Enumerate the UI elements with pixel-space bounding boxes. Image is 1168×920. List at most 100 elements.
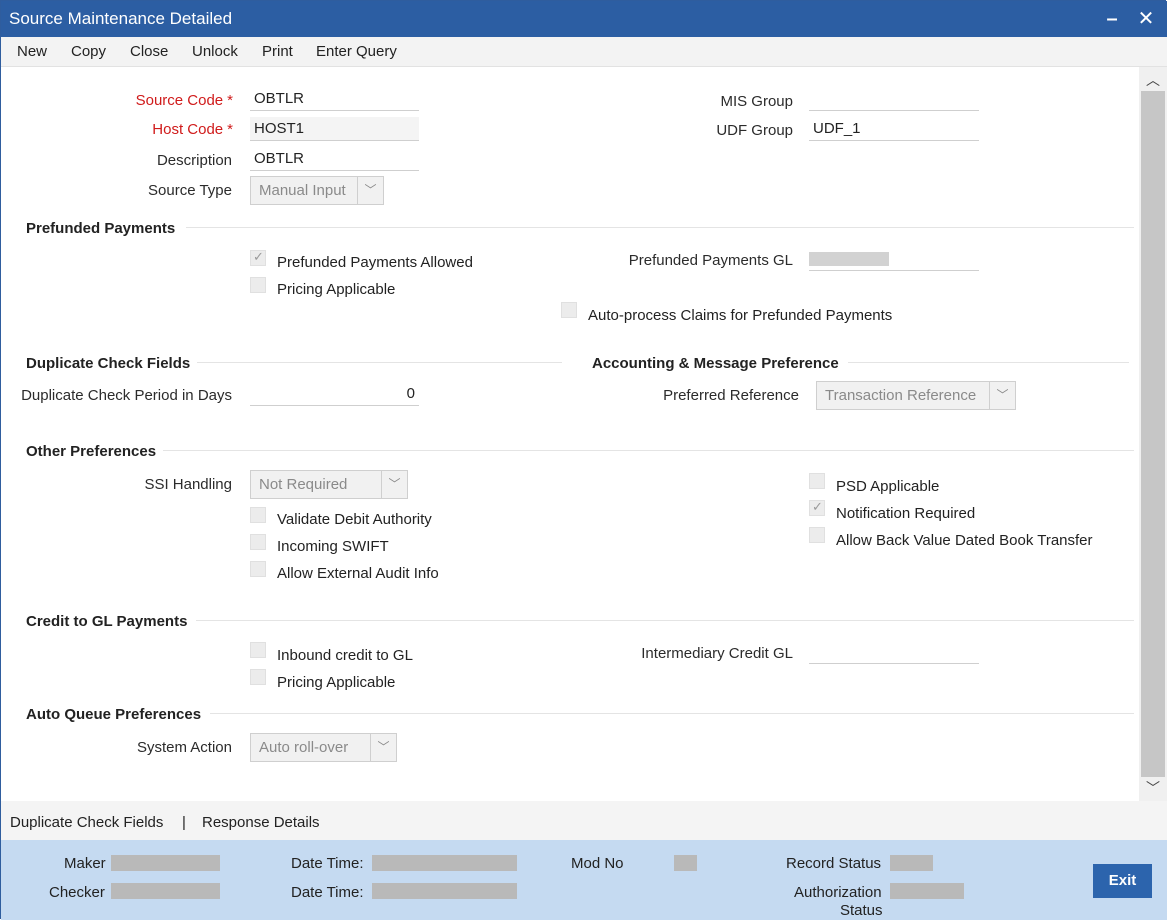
authorization-status-label: Status <box>840 902 883 919</box>
incoming-swift-checkbox[interactable] <box>250 534 266 550</box>
prefunded-gl-label: Prefunded Payments GL <box>628 252 793 269</box>
divider <box>196 620 1134 621</box>
notification-required-label: Notification Required <box>836 505 976 522</box>
record-status-value <box>890 855 933 871</box>
credit-gl-pricing-checkbox[interactable] <box>250 669 266 685</box>
source-type-select[interactable]: Manual Input ﹀ <box>250 176 384 205</box>
record-status-label: Record Status <box>786 855 882 872</box>
menu-new[interactable]: New <box>17 43 47 60</box>
auto-process-claims-checkbox[interactable] <box>561 302 577 318</box>
validate-debit-label: Validate Debit Authority <box>277 511 432 528</box>
psd-applicable-checkbox[interactable] <box>809 473 825 489</box>
ssi-handling-value: Not Required <box>259 476 348 493</box>
menu-enter-query[interactable]: Enter Query <box>316 43 397 60</box>
prefunded-allowed-label: Prefunded Payments Allowed <box>277 254 473 271</box>
host-code-label: Host Code * <box>152 121 233 138</box>
source-code-field[interactable]: OBTLR <box>250 87 419 111</box>
udf-group-label: UDF Group <box>716 122 793 139</box>
ssi-handling-select[interactable]: Not Required ﹀ <box>250 470 408 499</box>
host-code-field[interactable]: HOST1 <box>250 117 419 141</box>
divider <box>848 362 1129 363</box>
udf-group-field[interactable]: UDF_1 <box>809 117 979 141</box>
divider <box>210 713 1134 714</box>
response-details-link[interactable]: Response Details <box>202 814 320 831</box>
title-bar: Source Maintenance Detailed – ✕ <box>1 1 1167 37</box>
minimize-icon[interactable]: – <box>1099 5 1125 33</box>
external-audit-checkbox[interactable] <box>250 561 266 577</box>
inbound-credit-checkbox[interactable] <box>250 642 266 658</box>
external-audit-label: Allow External Audit Info <box>277 565 439 582</box>
credit-gl-pricing-label: Pricing Applicable <box>277 674 396 691</box>
source-type-value: Manual Input <box>259 182 346 199</box>
system-action-value: Auto roll-over <box>259 739 349 756</box>
back-value-label: Allow Back Value Dated Book Transfer <box>836 532 1093 549</box>
credit-gl-section-title: Credit to GL Payments <box>26 613 188 630</box>
authorization-label: Authorization <box>794 884 882 901</box>
mod-no-label: Mod No <box>571 855 624 872</box>
footer-links-bar: Duplicate Check Fields | Response Detail… <box>1 801 1167 840</box>
duplicate-section-title: Duplicate Check Fields <box>26 355 191 372</box>
mod-no-value <box>674 855 697 871</box>
back-value-checkbox[interactable] <box>809 527 825 543</box>
menu-bar: New Copy Close Unlock Print Enter Query <box>1 37 1167 67</box>
duplicate-period-field[interactable]: 0 <box>250 382 419 406</box>
source-code-label: Source Code * <box>135 92 233 109</box>
ssi-handling-label: SSI Handling <box>144 476 232 493</box>
authorization-status-value <box>890 883 964 899</box>
auto-process-claims-label: Auto-process Claims for Prefunded Paymen… <box>588 307 893 324</box>
mis-group-field[interactable] <box>809 87 979 111</box>
divider <box>197 362 562 363</box>
menu-unlock[interactable]: Unlock <box>192 43 238 60</box>
other-section-title: Other Preferences <box>26 443 157 460</box>
check-icon: ✓ <box>253 249 264 264</box>
accounting-section-title: Accounting & Message Preference <box>592 355 839 372</box>
auto-queue-section-title: Auto Queue Preferences <box>26 706 202 723</box>
maker-date-time-value <box>372 855 517 871</box>
mis-group-label: MIS Group <box>720 93 793 110</box>
divider <box>163 450 1134 451</box>
link-separator: | <box>182 814 186 831</box>
validate-debit-checkbox[interactable] <box>250 507 266 523</box>
intermediary-credit-gl-label: Intermediary Credit GL <box>641 645 793 662</box>
menu-copy[interactable]: Copy <box>71 43 106 60</box>
incoming-swift-label: Incoming SWIFT <box>277 538 389 555</box>
menu-close[interactable]: Close <box>130 43 168 60</box>
notification-required-checkbox[interactable]: ✓ <box>809 499 825 516</box>
preferred-reference-label: Preferred Reference <box>663 387 799 404</box>
scrollbar-thumb[interactable] <box>1141 91 1165 777</box>
maker-label: Maker <box>64 855 106 872</box>
chevron-down-icon[interactable]: ﹀ <box>1139 777 1167 799</box>
duplicate-period-label: Duplicate Check Period in Days <box>21 387 232 404</box>
prefunded-allowed-checkbox[interactable]: ✓ <box>250 249 266 266</box>
window-title: Source Maintenance Detailed <box>9 9 233 28</box>
maker-date-time-label: Date Time: <box>291 855 364 872</box>
audit-status-bar: Maker Checker Date Time: Date Time: Mod … <box>1 840 1167 920</box>
close-icon[interactable]: ✕ <box>1133 5 1159 33</box>
checker-label: Checker <box>49 884 105 901</box>
system-action-label: System Action <box>136 739 232 756</box>
intermediary-credit-gl-field[interactable] <box>809 640 979 664</box>
source-maintenance-window: Source Maintenance Detailed – ✕ New Copy… <box>0 0 1167 920</box>
prefunded-pricing-checkbox[interactable] <box>250 277 266 293</box>
checker-date-time-value <box>372 883 517 899</box>
check-icon: ✓ <box>812 499 823 514</box>
vertical-scrollbar[interactable]: ︿ ﹀ <box>1139 67 1167 801</box>
chevron-down-icon: ﹀ <box>357 177 383 204</box>
prefunded-section-title: Prefunded Payments <box>26 220 176 237</box>
checker-value <box>111 883 220 899</box>
chevron-up-icon[interactable]: ︿ <box>1139 69 1167 91</box>
prefunded-pricing-label: Pricing Applicable <box>277 281 396 298</box>
description-label: Description <box>156 152 232 169</box>
maker-value <box>111 855 220 871</box>
chevron-down-icon: ﹀ <box>370 734 396 761</box>
preferred-reference-value: Transaction Reference <box>825 387 977 404</box>
divider <box>186 227 1134 228</box>
duplicate-check-fields-link[interactable]: Duplicate Check Fields <box>10 814 163 831</box>
description-field[interactable]: OBTLR <box>250 147 419 171</box>
system-action-select[interactable]: Auto roll-over ﹀ <box>250 733 397 762</box>
prefunded-gl-value-mask <box>809 252 889 266</box>
checker-date-time-label: Date Time: <box>291 884 364 901</box>
preferred-reference-select[interactable]: Transaction Reference ﹀ <box>816 381 1016 410</box>
exit-button[interactable]: Exit <box>1093 864 1152 898</box>
menu-print[interactable]: Print <box>262 43 293 60</box>
